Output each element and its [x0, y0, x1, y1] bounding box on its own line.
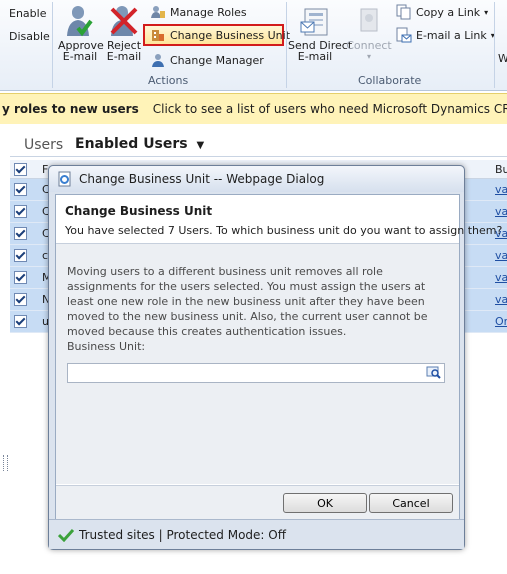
row-checkbox[interactable]	[14, 249, 27, 262]
row-business-unit-link[interactable]: Or	[495, 315, 507, 328]
ribbon: Enable Disable Approve E-mail Reject E-m…	[0, 0, 507, 91]
connect-button[interactable]: Connect ▾	[346, 4, 392, 62]
connect-label: Connect	[346, 39, 392, 52]
row-business-unit-link[interactable]: va	[495, 249, 507, 262]
enable-button[interactable]: Enable	[0, 4, 46, 22]
dialog-subheading: You have selected 7 Users. To which busi…	[65, 224, 503, 237]
enable-label: Enable	[9, 6, 47, 20]
dialog-status-bar: Trusted sites | Protected Mode: Off	[49, 519, 464, 549]
send-direct-email-icon	[300, 8, 328, 36]
reject-email-icon	[110, 6, 138, 36]
reject-email-button[interactable]: Reject E-mail	[104, 4, 144, 62]
approve-email-label-2: E-mail	[62, 50, 98, 63]
dialog-header: Change Business Unit You have selected 7…	[56, 195, 502, 244]
business-unit-lookup-field[interactable]	[67, 363, 445, 383]
connect-icon	[360, 8, 378, 32]
row-business-unit-link[interactable]: va	[495, 183, 507, 196]
row-checkbox[interactable]	[14, 271, 27, 284]
view-dropdown-icon: ▼	[196, 140, 205, 151]
row-checkbox[interactable]	[14, 315, 27, 328]
ie-page-icon	[58, 171, 71, 187]
actions-group-label: Actions	[148, 74, 189, 87]
email-link-label: E-mail a Link	[416, 28, 487, 42]
change-business-unit-button[interactable]: Change Business Unit	[150, 26, 290, 44]
email-link-icon	[396, 27, 412, 43]
dialog-body: Change Business Unit You have selected 7…	[55, 194, 502, 520]
manage-roles-button[interactable]: Manage Roles	[150, 3, 247, 21]
change-business-unit-dialog: Change Business Unit -- Webpage Dialog C…	[48, 165, 502, 550]
pane-splitter-handle[interactable]	[3, 455, 8, 471]
checkmark-icon	[58, 528, 74, 542]
ribbon-separator	[286, 2, 287, 88]
dialog-title-bar[interactable]: Change Business Unit -- Webpage Dialog	[49, 166, 464, 192]
manage-roles-icon	[151, 6, 165, 18]
copy-link-dropdown-icon: ▾	[484, 7, 489, 17]
send-direct-email-label-2: E-mail	[297, 50, 333, 63]
row-checkbox[interactable]	[14, 293, 27, 306]
row-business-unit-link[interactable]: va	[495, 293, 507, 306]
grid-header-col-business-unit[interactable]: Bu	[495, 163, 507, 176]
divider	[10, 156, 507, 157]
manage-roles-label: Manage Roles	[170, 5, 247, 19]
collaborate-group-label: Collaborate	[358, 74, 422, 87]
change-manager-button[interactable]: Change Manager	[150, 51, 264, 69]
copy-link-label: Copy a Link	[416, 5, 481, 19]
ribbon-separator	[494, 2, 495, 88]
dialog-description: Moving users to a different business uni…	[67, 265, 428, 338]
business-unit-label: Business Unit:	[67, 340, 146, 353]
ok-button[interactable]: OK	[283, 493, 367, 513]
cancel-button[interactable]: Cancel	[369, 493, 453, 513]
entity-label: Users	[24, 137, 64, 153]
security-roles-infobar[interactable]: y roles to new users Click to see a list…	[0, 93, 507, 125]
row-checkbox[interactable]	[14, 227, 27, 240]
ribbon-separator	[52, 2, 53, 88]
row-checkbox[interactable]	[14, 205, 27, 218]
send-direct-email-button[interactable]: Send Direct E-mail	[288, 4, 352, 63]
dialog-content: Moving users to a different business uni…	[56, 244, 459, 484]
infobar-message[interactable]: Click to see a list of users who need Mi…	[139, 102, 507, 116]
change-manager-icon	[152, 54, 164, 67]
disable-label: Disable	[9, 29, 50, 43]
disable-button[interactable]: Disable	[0, 27, 50, 45]
view-name: Enabled Users	[75, 136, 188, 152]
dialog-heading: Change Business Unit	[65, 204, 213, 218]
status-text: Trusted sites | Protected Mode: Off	[79, 527, 286, 542]
row-checkbox[interactable]	[14, 183, 27, 196]
email-link-button[interactable]: E-mail a Link ▾	[396, 26, 495, 44]
dialog-footer: OK Cancel	[56, 485, 459, 520]
row-business-unit-link[interactable]: va	[495, 205, 507, 218]
dialog-window-title: Change Business Unit -- Webpage Dialog	[79, 172, 325, 186]
view-selector-bar: Users Enabled Users ▼	[0, 124, 507, 160]
approve-email-icon	[67, 6, 93, 37]
infobar-title: y roles to new users	[2, 102, 139, 116]
change-business-unit-label: Change Business Unit	[170, 28, 291, 42]
lookup-icon[interactable]	[426, 365, 442, 380]
business-unit-icon	[152, 30, 164, 41]
reject-email-label-2: E-mail	[106, 50, 142, 63]
approve-email-button[interactable]: Approve E-mail	[58, 4, 104, 63]
copy-link-icon	[396, 4, 411, 20]
row-business-unit-link[interactable]: va	[495, 271, 507, 284]
copy-link-button[interactable]: Copy a Link ▾	[396, 3, 488, 21]
change-manager-label: Change Manager	[170, 53, 264, 67]
select-all-checkbox[interactable]	[14, 163, 27, 176]
ribbon-overflow-label: W	[498, 52, 507, 65]
view-selector[interactable]: Enabled Users ▼	[75, 136, 204, 152]
connect-dropdown-icon: ▾	[366, 52, 371, 61]
